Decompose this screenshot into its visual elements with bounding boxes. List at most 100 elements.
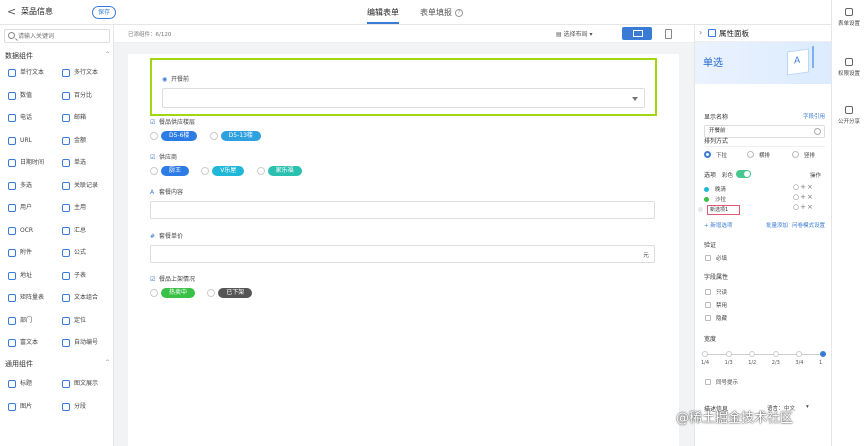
option-controls[interactable]: ○+×: [793, 203, 814, 211]
field-label: ◉ 开餐前: [162, 75, 189, 85]
same-row-checkbox[interactable]: [705, 379, 711, 385]
field-floor[interactable]: ☑ 餐品供应楼层 D5-6楼 D5-13楼: [150, 118, 655, 145]
component-icon: [62, 402, 70, 411]
tab-form-fill[interactable]: 表单填报?: [420, 7, 463, 18]
width-slider-stop[interactable]: [725, 351, 732, 357]
add-option-link[interactable]: + 新增选项: [704, 221, 732, 229]
radio-button[interactable]: [201, 167, 210, 175]
component-label: 富文本: [20, 339, 39, 346]
component-label: 分段: [74, 402, 87, 410]
public-share-label: 公开分享: [837, 119, 860, 125]
option-tag: D5-6楼: [161, 131, 198, 141]
search-input[interactable]: [18, 31, 108, 41]
desktop-view-button[interactable]: [622, 27, 652, 40]
option-color-dot[interactable]: [704, 197, 709, 202]
search-box[interactable]: [4, 29, 110, 43]
hidden-label: 隐藏: [716, 316, 728, 322]
decorative-arrow-icon: [812, 46, 822, 68]
panel-icon: [708, 29, 716, 37]
mobile-view-button[interactable]: [656, 27, 680, 40]
permission-settings-button[interactable]: 权限设置: [832, 58, 865, 77]
component-icon: [62, 380, 70, 388]
layout-radio-dropdown[interactable]: [704, 151, 711, 158]
layout-select[interactable]: ▤ 选择布局 ▾: [556, 29, 593, 38]
option-controls[interactable]: ○+×: [793, 183, 814, 191]
new-option-input[interactable]: 新选项1: [707, 205, 740, 215]
number-field-icon: #: [150, 233, 156, 240]
field-reference-link[interactable]: 字段引用: [803, 112, 825, 120]
layout-radio-horizontal[interactable]: [747, 151, 754, 158]
radio-field-icon: ◉: [162, 76, 168, 83]
color-toggle[interactable]: [736, 170, 751, 178]
option-tag: 热卖中: [161, 288, 196, 298]
component-icon: [8, 114, 16, 122]
radio-button[interactable]: [209, 132, 218, 140]
add-option-label: 新增选项: [710, 223, 733, 229]
chevron-right-icon[interactable]: ›: [699, 28, 702, 37]
section-general-components[interactable]: 通用组件: [5, 359, 33, 369]
width-slider-track[interactable]: [705, 354, 823, 355]
component-label: 数值: [20, 91, 33, 99]
radio-button[interactable]: [150, 167, 158, 175]
width-slider-stop[interactable]: [702, 351, 708, 357]
component-icon: [8, 271, 16, 280]
selected-field[interactable]: ◉ 开餐前: [150, 58, 657, 116]
option-color-dot[interactable]: [698, 207, 703, 212]
dropdown-select[interactable]: [162, 88, 645, 108]
component-icon: [8, 339, 16, 347]
option-settings-link[interactable]: 问卷模式设置: [792, 221, 825, 229]
disabled-checkbox[interactable]: [705, 302, 711, 308]
tab-form-fill-label: 表单填报: [420, 8, 452, 17]
batch-add-link[interactable]: 批量添加: [766, 221, 788, 229]
hidden-checkbox[interactable]: [705, 315, 711, 321]
component-label: 用户: [20, 204, 33, 211]
field-package-content[interactable]: A 套餐内容: [150, 188, 655, 219]
validation-label: 验证: [704, 242, 717, 249]
option-controls[interactable]: ○+×: [793, 193, 814, 201]
component-label: 主用: [74, 204, 87, 211]
option-color-dot[interactable]: [704, 187, 709, 192]
width-slider-stop[interactable]: [820, 351, 826, 357]
component-icon: [62, 159, 70, 167]
section-data-components[interactable]: 数据组件: [5, 51, 33, 61]
back-icon[interactable]: <: [7, 5, 16, 18]
component-label: 单选: [74, 159, 87, 166]
save-button[interactable]: 保存: [92, 6, 117, 19]
layout-radio-vertical[interactable]: [792, 151, 799, 158]
chevron-up-icon[interactable]: ⌃: [105, 359, 110, 366]
layout-select-label: 选择布局: [563, 31, 588, 38]
settings-icon: [845, 8, 853, 16]
option-tag: V乐屋: [212, 166, 245, 176]
help-icon[interactable]: ?: [455, 8, 463, 17]
width-slider-stop[interactable]: [796, 351, 803, 357]
width-slider-stop[interactable]: [772, 351, 779, 357]
component-label: 百分比: [74, 91, 93, 99]
readonly-checkbox[interactable]: [705, 289, 711, 295]
radio-button[interactable]: [256, 167, 265, 175]
chevron-up-icon[interactable]: ⌃: [105, 51, 110, 58]
option-text[interactable]: 晚清: [715, 185, 726, 193]
component-label: 文本组合: [74, 294, 99, 301]
option-text[interactable]: 沙拉: [715, 195, 726, 203]
field-supplier[interactable]: ☑ 供应商 厨王 V乐屋 家乐福: [150, 153, 655, 180]
search-icon: [8, 32, 15, 39]
number-input[interactable]: 元: [150, 245, 655, 263]
field-package-price[interactable]: # 套餐单价 元: [150, 232, 655, 263]
clear-icon[interactable]: [814, 128, 821, 135]
component-label: 关联记录: [74, 181, 99, 189]
option-tag: 已下架: [218, 288, 253, 298]
radio-button[interactable]: [207, 289, 216, 297]
width-slider-stop[interactable]: [749, 351, 756, 357]
public-share-button[interactable]: 公开分享: [832, 106, 865, 125]
field-label-text: 套餐单价: [159, 233, 184, 240]
field-listing-status[interactable]: ☑ 餐品上架情况 热卖中 已下架: [150, 275, 655, 302]
radio-button[interactable]: [150, 289, 158, 297]
field-label: ☑ 餐品上架情况: [150, 275, 655, 285]
radio-button[interactable]: [150, 132, 158, 140]
form-settings-button[interactable]: 表单设置: [832, 8, 865, 27]
chevron-down-icon[interactable]: ▾: [806, 404, 809, 410]
text-input[interactable]: [150, 201, 655, 219]
component-label: 汇总: [74, 226, 87, 234]
required-checkbox[interactable]: [705, 255, 711, 261]
tab-edit-form[interactable]: 编辑表单: [367, 7, 399, 24]
